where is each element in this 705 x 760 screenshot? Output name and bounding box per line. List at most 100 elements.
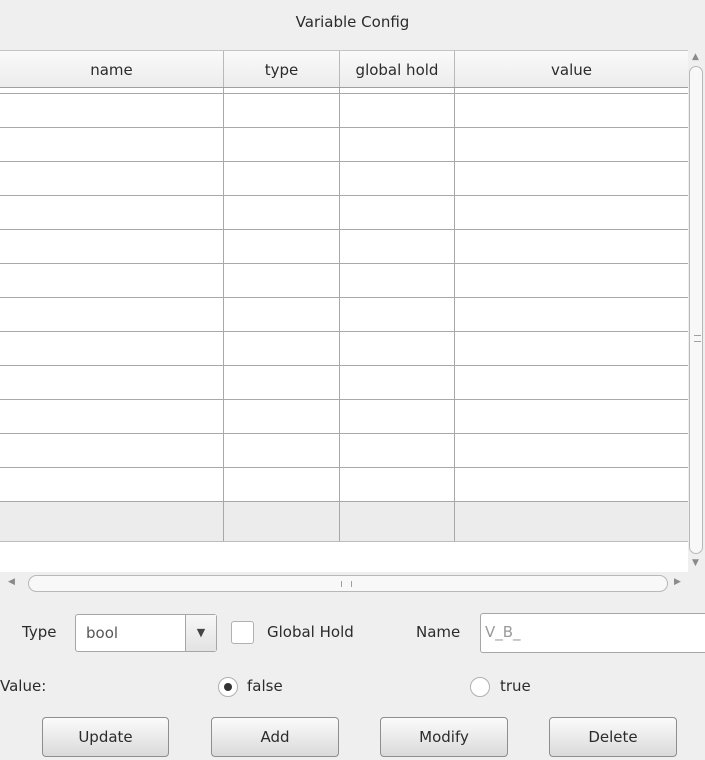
delete-button[interactable]: Delete	[549, 717, 677, 757]
value-true-label[interactable]: true	[500, 677, 531, 695]
arrow-left-icon[interactable]: ◀	[8, 577, 15, 587]
vertical-scrollbar[interactable]: ▲ ▼	[688, 50, 705, 572]
table-cell[interactable]	[0, 162, 224, 195]
table-cell[interactable]	[0, 128, 224, 161]
table-row[interactable]	[0, 264, 688, 298]
horizontal-scrollbar[interactable]: ◀ ▶	[0, 572, 688, 594]
column-header-value[interactable]: value	[455, 51, 688, 87]
table-cell[interactable]	[224, 332, 340, 365]
type-label: Type	[22, 623, 57, 641]
table-cell[interactable]	[340, 298, 455, 331]
value-true-radio[interactable]	[470, 677, 490, 697]
table-cell[interactable]	[455, 128, 688, 161]
table-cell[interactable]	[340, 434, 455, 467]
table-row[interactable]	[0, 468, 688, 502]
table-row[interactable]	[0, 162, 688, 196]
table-row[interactable]	[0, 400, 688, 434]
table-cell[interactable]	[224, 230, 340, 263]
modify-button[interactable]: Modify	[380, 717, 508, 757]
table-cell[interactable]	[340, 468, 455, 501]
table-row[interactable]	[0, 434, 688, 468]
table-cell[interactable]	[0, 434, 224, 467]
arrow-down-icon[interactable]: ▼	[692, 558, 699, 568]
table-cell[interactable]	[224, 502, 340, 541]
update-button[interactable]: Update	[42, 717, 169, 757]
table-cell[interactable]	[455, 400, 688, 433]
table-row[interactable]	[0, 298, 688, 332]
table-cell[interactable]	[455, 332, 688, 365]
table-row[interactable]	[0, 196, 688, 230]
table-cell[interactable]	[340, 128, 455, 161]
table-cell[interactable]	[455, 196, 688, 229]
arrow-right-icon[interactable]: ▶	[674, 577, 681, 587]
table-body	[0, 88, 688, 542]
table-cell[interactable]	[340, 230, 455, 263]
table-cell[interactable]	[340, 162, 455, 195]
table-cell[interactable]	[0, 196, 224, 229]
table-cell[interactable]	[224, 434, 340, 467]
table-cell[interactable]	[0, 366, 224, 399]
global-hold-label[interactable]: Global Hold	[267, 623, 354, 641]
table-row[interactable]	[0, 502, 688, 542]
table-cell[interactable]	[340, 196, 455, 229]
table-row[interactable]	[0, 94, 688, 128]
table-cell[interactable]	[224, 88, 340, 93]
chevron-down-icon[interactable]: ▼	[185, 615, 216, 651]
table-cell[interactable]	[224, 366, 340, 399]
type-combobox[interactable]: bool ▼	[75, 614, 217, 652]
table-cell[interactable]	[224, 400, 340, 433]
name-field[interactable]	[480, 613, 705, 653]
column-header-type[interactable]: type	[224, 51, 340, 87]
add-button[interactable]: Add	[211, 717, 339, 757]
table-cell[interactable]	[455, 366, 688, 399]
table-cell[interactable]	[0, 332, 224, 365]
value-false-radio[interactable]	[218, 677, 238, 697]
table-cell[interactable]	[340, 366, 455, 399]
table-cell[interactable]	[224, 196, 340, 229]
name-input[interactable]	[481, 614, 685, 650]
table-cell[interactable]	[224, 128, 340, 161]
table-cell[interactable]	[455, 88, 688, 93]
table-cell[interactable]	[340, 264, 455, 297]
table-cell[interactable]	[0, 94, 224, 127]
table-cell[interactable]	[340, 88, 455, 93]
table-row[interactable]	[0, 230, 688, 264]
table-cell[interactable]	[455, 298, 688, 331]
arrow-up-icon[interactable]: ▲	[692, 52, 699, 62]
global-hold-checkbox[interactable]	[231, 621, 254, 644]
table-cell[interactable]	[340, 332, 455, 365]
column-header-global-hold[interactable]: global hold	[340, 51, 455, 87]
table-cell[interactable]	[340, 400, 455, 433]
table-cell[interactable]	[224, 264, 340, 297]
column-header-name[interactable]: name	[0, 51, 224, 87]
table-cell[interactable]	[455, 468, 688, 501]
table-cell[interactable]	[224, 94, 340, 127]
table-cell[interactable]	[0, 88, 224, 93]
table-cell[interactable]	[455, 502, 688, 541]
table-row[interactable]	[0, 128, 688, 162]
horizontal-scroll-thumb[interactable]	[28, 575, 668, 592]
table-cell[interactable]	[455, 434, 688, 467]
table-cell[interactable]	[0, 468, 224, 501]
table-cell[interactable]	[455, 94, 688, 127]
table-cell[interactable]	[455, 230, 688, 263]
window-title: Variable Config	[295, 13, 410, 31]
table-cell[interactable]	[340, 502, 455, 541]
table-cell[interactable]	[455, 264, 688, 297]
vertical-scroll-thumb[interactable]	[689, 66, 703, 554]
table-cell[interactable]	[340, 94, 455, 127]
value-false-label[interactable]: false	[247, 677, 283, 695]
table-cell[interactable]	[224, 298, 340, 331]
table-cell[interactable]	[0, 400, 224, 433]
name-label: Name	[416, 623, 461, 641]
variable-table[interactable]: name type global hold value	[0, 50, 688, 573]
table-cell[interactable]	[0, 264, 224, 297]
table-cell[interactable]	[0, 298, 224, 331]
table-row[interactable]	[0, 332, 688, 366]
table-cell[interactable]	[224, 468, 340, 501]
table-cell[interactable]	[224, 162, 340, 195]
table-cell[interactable]	[455, 162, 688, 195]
table-row[interactable]	[0, 366, 688, 400]
table-cell[interactable]	[0, 502, 224, 541]
table-cell[interactable]	[0, 230, 224, 263]
